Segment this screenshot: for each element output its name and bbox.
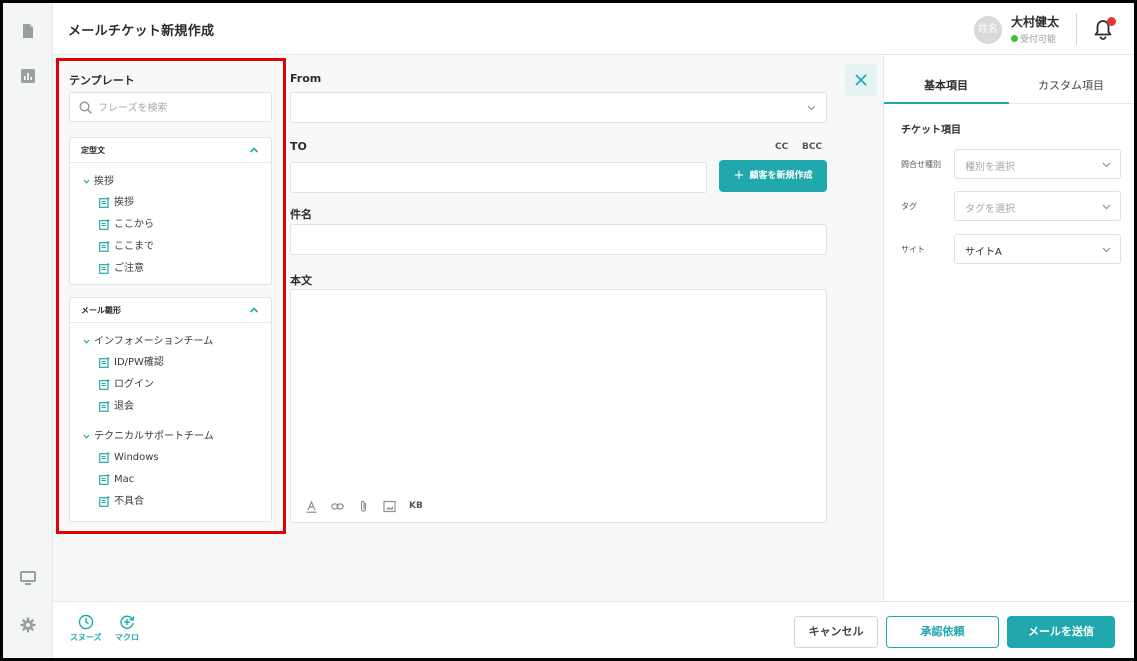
chevron-up-icon[interactable] <box>249 306 259 314</box>
template-doc-icon <box>99 496 110 507</box>
template-item[interactable]: 退会 <box>70 396 271 418</box>
template-folder[interactable]: 挨拶 <box>70 171 271 192</box>
template-doc-icon <box>99 379 110 390</box>
knowledge-base-button[interactable]: KB <box>409 501 423 511</box>
phrase-search-input[interactable] <box>98 99 266 117</box>
template-doc-icon <box>99 357 110 368</box>
template-item[interactable]: ここから <box>70 214 271 236</box>
body-label: 本文 <box>290 274 312 287</box>
ticket-section-title: チケット項目 <box>901 125 961 136</box>
page-title: メールチケット新規作成 <box>68 24 215 39</box>
monitor-icon[interactable] <box>20 570 36 586</box>
to-input[interactable] <box>290 162 707 193</box>
approval-request-button[interactable]: 承認依頼 <box>886 616 999 648</box>
chevron-down-icon <box>83 434 90 439</box>
template-section-label: メール雛形 <box>81 306 121 315</box>
send-mail-button[interactable]: メールを送信 <box>1007 616 1115 648</box>
chevron-down-icon <box>83 339 90 344</box>
document-icon[interactable] <box>20 23 36 39</box>
chevron-up-icon[interactable] <box>249 146 259 154</box>
bcc-toggle[interactable]: BCC <box>802 142 822 152</box>
text-color-icon[interactable] <box>305 500 318 513</box>
subject-label: 件名 <box>290 208 312 221</box>
template-folder[interactable]: インフォメーションチーム <box>70 331 271 352</box>
user-status: 受付可能 <box>1011 32 1056 45</box>
template-section-header[interactable]: 定型文 <box>70 138 271 163</box>
template-item[interactable]: ご注意 <box>70 258 271 280</box>
active-tab-indicator <box>884 102 1009 104</box>
template-section-label: 定型文 <box>81 146 105 155</box>
inquiry-type-label: 問合せ種別 <box>901 160 941 169</box>
template-section-header[interactable]: メール雛形 <box>70 298 271 323</box>
link-icon[interactable] <box>331 500 344 513</box>
left-rail <box>3 3 53 658</box>
tag-label: タグ <box>901 202 917 211</box>
chevron-down-icon <box>807 105 816 111</box>
search-icon <box>79 101 92 114</box>
template-panel: テンプレート 定型文 挨拶 挨拶 ここから ここまで <box>56 58 286 534</box>
main-area: テンプレート 定型文 挨拶 挨拶 ここから ここまで <box>53 55 1134 601</box>
template-item[interactable]: ここまで <box>70 236 271 258</box>
user-name: 大村健太 <box>1011 15 1060 29</box>
template-folder[interactable]: テクニカルサポートチーム <box>70 426 271 447</box>
clock-icon <box>78 614 93 630</box>
status-dot-icon <box>1011 35 1018 42</box>
ticket-properties-panel: 基本項目 カスタム項目 チケット項目 問合せ種別 種別を選択 タグ タグを選択 … <box>883 55 1134 601</box>
template-doc-icon <box>99 263 110 274</box>
app-window: メールチケット新規作成 姓名 大村健太 受付可能 テンプレート 定型文 <box>3 3 1134 658</box>
editor-toolbar: KB <box>305 498 423 514</box>
gear-icon[interactable] <box>20 617 36 633</box>
template-item[interactable]: ログイン <box>70 374 271 396</box>
site-select[interactable]: サイトA <box>954 234 1121 264</box>
template-item[interactable]: ID/PW確認 <box>70 352 271 374</box>
chevron-down-icon <box>1102 247 1111 253</box>
attachment-icon[interactable] <box>357 500 370 513</box>
template-section-card: 定型文 挨拶 挨拶 ここから ここまで ご注意 <box>69 137 272 285</box>
header: メールチケット新規作成 姓名 大村健太 受付可能 <box>53 3 1134 55</box>
macro-icon <box>120 615 135 629</box>
image-icon[interactable] <box>383 500 396 513</box>
new-customer-button[interactable]: + 顧客を新規作成 <box>719 160 827 192</box>
chart-icon[interactable] <box>20 68 36 84</box>
close-icon <box>855 74 867 86</box>
template-doc-icon <box>99 241 110 252</box>
template-doc-icon <box>99 401 110 412</box>
macro-button[interactable]: マクロ <box>115 614 139 643</box>
template-doc-icon <box>99 474 110 485</box>
template-item[interactable]: Windows <box>70 447 271 469</box>
template-doc-icon <box>99 197 110 208</box>
template-item[interactable]: Mac <box>70 469 271 491</box>
template-doc-icon <box>99 452 110 463</box>
chevron-down-icon <box>83 179 90 184</box>
notification-badge <box>1107 17 1116 26</box>
from-label: From <box>290 72 322 85</box>
phrase-search[interactable] <box>69 92 272 122</box>
template-section-card: メール雛形 インフォメーションチーム ID/PW確認 ログイン 退会 テクニカル… <box>69 297 272 522</box>
cancel-button[interactable]: キャンセル <box>794 616 878 648</box>
body-editor[interactable] <box>290 289 827 523</box>
snooze-button[interactable]: スヌーズ <box>70 614 102 643</box>
chevron-down-icon <box>1102 204 1111 210</box>
template-doc-icon <box>99 219 110 230</box>
tab-custom[interactable]: カスタム項目 <box>1038 77 1104 93</box>
footer-bar: スヌーズ マクロ キャンセル 承認依頼 メールを送信 <box>53 601 1134 658</box>
template-item[interactable]: 不具合 <box>70 491 271 513</box>
site-label: サイト <box>901 245 925 254</box>
avatar[interactable]: 姓名 <box>974 16 1002 44</box>
plus-icon: + <box>733 168 745 183</box>
to-label: TO <box>290 140 307 153</box>
notification-bell-icon[interactable] <box>1093 17 1116 40</box>
inquiry-type-select[interactable]: 種別を選択 <box>954 149 1121 179</box>
subject-input[interactable] <box>290 224 827 255</box>
template-item[interactable]: 挨拶 <box>70 192 271 214</box>
header-divider <box>1076 13 1077 45</box>
close-panel-button[interactable] <box>845 64 877 96</box>
chevron-down-icon <box>1102 162 1111 168</box>
tab-basic[interactable]: 基本項目 <box>924 77 968 93</box>
tag-select[interactable]: タグを選択 <box>954 191 1121 221</box>
template-panel-title: テンプレート <box>69 74 135 87</box>
cc-toggle[interactable]: CC <box>775 142 788 152</box>
from-select[interactable] <box>290 92 827 123</box>
